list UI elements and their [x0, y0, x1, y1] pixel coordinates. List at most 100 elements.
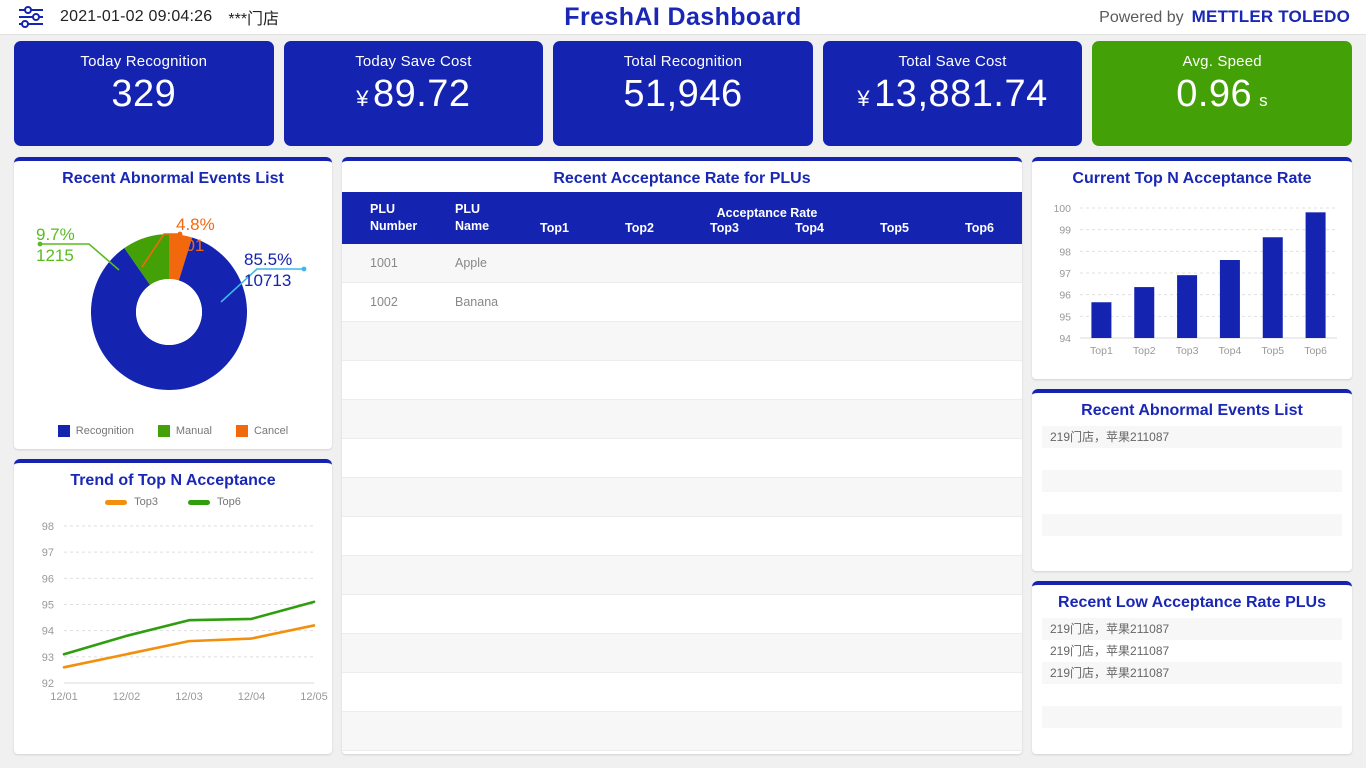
cell-rate-top3 — [682, 555, 767, 596]
cell-rate-top1 — [512, 750, 597, 754]
dashboard-body: Recent Abnormal Events List 4.8% 601 9.7% 1… — [0, 152, 1366, 768]
kpi-card-2: Total Recognition 51,946 — [553, 41, 813, 146]
kpi-number: 329 — [111, 73, 177, 115]
table-row[interactable] — [342, 360, 1022, 401]
donut-count-recognition: 10713 — [244, 271, 291, 290]
bar-top1 — [1091, 302, 1112, 338]
bar-top3 — [1177, 275, 1198, 338]
cell-rate-top3 — [682, 243, 767, 284]
bar-ytick-label: 100 — [1053, 203, 1071, 215]
cell-rate-top4 — [767, 672, 852, 713]
app-header: 2021-01-02 09:04:26 ***门店 FreshAI Dashbo… — [0, 0, 1366, 35]
trend-ytick-label: 96 — [42, 573, 54, 585]
trend-legend-item-top3[interactable]: Top3 — [105, 496, 158, 508]
table-row[interactable] — [342, 399, 1022, 440]
abnormal-event-item[interactable] — [1042, 492, 1342, 514]
cell-rate-top2 — [597, 399, 682, 440]
donut-legend-item-recognition[interactable]: Recognition — [57, 425, 134, 437]
kpi-card-1: Today Save Cost ¥89.72 — [283, 41, 544, 146]
table-row[interactable] — [342, 594, 1022, 635]
donut-legend-item-manual[interactable]: Manual — [157, 425, 212, 437]
col-plu-name: PLU Name — [427, 192, 512, 244]
col-plu-number-line2: Number — [370, 218, 418, 233]
trend-chart-svg: 92 93 94 95 96 97 98 12/01 12/02 12/03 12/04 12/05 — [42, 521, 328, 703]
cell-rate-top4 — [767, 555, 852, 596]
abnormal-event-item[interactable]: 219门店，苹果211087 — [1042, 426, 1342, 448]
kpi-value: ¥13,881.74 — [857, 73, 1047, 116]
trend-legend-item-top6[interactable]: Top6 — [188, 496, 241, 508]
bar-xtick-label: Top2 — [1133, 345, 1156, 357]
table-row[interactable] — [342, 711, 1022, 752]
trend-legend: Top3 Top6 — [14, 496, 332, 508]
cell-rate-top6 — [937, 711, 1022, 752]
donut-percent-manual: 9.7% — [36, 225, 75, 244]
low-acceptance-plu-item[interactable] — [1042, 684, 1342, 706]
cell-plu-name — [427, 711, 512, 752]
cell-rate-top1 — [512, 711, 597, 752]
cell-rate-top1 — [512, 594, 597, 635]
table-row[interactable] — [342, 321, 1022, 362]
cell-plu-name — [427, 360, 512, 401]
donut-percent-recognition: 85.5% — [244, 250, 292, 269]
cell-rate-top6 — [937, 321, 1022, 362]
cell-plu-number — [342, 633, 427, 674]
table-panel-title: Recent Acceptance Rate for PLUs — [553, 170, 811, 187]
table-row[interactable] — [342, 633, 1022, 674]
acceptance-rate-group-label: Acceptance Rate — [716, 205, 818, 220]
cell-rate-top1 — [512, 321, 597, 362]
abnormal-event-item[interactable] — [1042, 470, 1342, 492]
cell-rate-top2 — [597, 516, 682, 557]
cell-rate-top4 — [767, 594, 852, 635]
cell-rate-top6 — [937, 594, 1022, 635]
trend-ytick-label: 98 — [42, 521, 54, 533]
cell-rate-top4 — [767, 516, 852, 557]
table-row[interactable] — [342, 555, 1022, 596]
legend-swatch-icon — [157, 425, 170, 437]
table-row[interactable] — [342, 477, 1022, 518]
abnormal-event-item[interactable] — [1042, 514, 1342, 536]
cell-rate-top2 — [597, 633, 682, 674]
abnormal-event-item[interactable] — [1042, 448, 1342, 470]
trend-xtick-label: 12/01 — [50, 691, 78, 703]
low-acceptance-plu-item[interactable]: 219门店，苹果211087 — [1042, 662, 1342, 684]
table-header-row: PLU Number PLU Name Acceptance Rate Top1… — [342, 192, 1022, 244]
kpi-number: 0.96 — [1176, 73, 1253, 115]
sliders-icon[interactable] — [16, 5, 46, 29]
trend-xtick-label: 12/05 — [300, 691, 328, 703]
cell-rate-top2 — [597, 594, 682, 635]
col-top3: Top3 — [710, 220, 739, 235]
powered-by-label: Powered by — [1099, 9, 1184, 26]
donut-legend-item-cancel[interactable]: Cancel — [235, 425, 288, 437]
cell-rate-top6 — [937, 360, 1022, 401]
low-acceptance-plu-item[interactable]: 219门店，苹果211087 — [1042, 618, 1342, 640]
low-acceptance-plu-item[interactable] — [1042, 706, 1342, 728]
cell-rate-top2 — [597, 672, 682, 713]
cell-plu-number — [342, 438, 427, 479]
kpi-unit: s — [1259, 91, 1269, 110]
panel-current-top-n-acceptance-rate: Current Top N Acceptance Rate 94 95 96 97 98… — [1032, 157, 1352, 379]
table-row[interactable]: 1001 Apple — [342, 243, 1022, 284]
low-acceptance-plu-item[interactable] — [1042, 728, 1342, 750]
cell-rate-top4 — [767, 477, 852, 518]
table-row[interactable] — [342, 438, 1022, 479]
panel-trend-top-n-acceptance: Trend of Top N Acceptance Top3 Top6 92 93 9… — [14, 459, 332, 754]
trend-legend-line-icon — [188, 499, 210, 505]
trend-ytick-label: 97 — [42, 547, 54, 559]
table-row[interactable]: 1002 Banana — [342, 282, 1022, 323]
cell-rate-top5 — [852, 672, 937, 713]
bar-top2 — [1134, 287, 1155, 338]
table-row[interactable] — [342, 672, 1022, 713]
cell-rate-top6 — [937, 672, 1022, 713]
cell-plu-number — [342, 594, 427, 635]
low-acceptance-plu-item[interactable]: 219门店，苹果211087 — [1042, 640, 1342, 662]
cell-rate-top6 — [937, 633, 1022, 674]
table-row[interactable] — [342, 750, 1022, 754]
cell-rate-top5 — [852, 243, 937, 284]
kpi-card-row: Today Recognition 329 Today Save Cost ¥89.7… — [0, 35, 1366, 152]
cell-plu-number: 1001 — [342, 243, 427, 284]
cell-rate-top1 — [512, 516, 597, 557]
bar-ytick-label: 96 — [1059, 290, 1071, 302]
cell-rate-top6 — [937, 243, 1022, 284]
table-row[interactable] — [342, 516, 1022, 557]
trend-chart: 92 93 94 95 96 97 98 12/01 12/02 12/03 12/04 12/05 — [14, 508, 332, 754]
